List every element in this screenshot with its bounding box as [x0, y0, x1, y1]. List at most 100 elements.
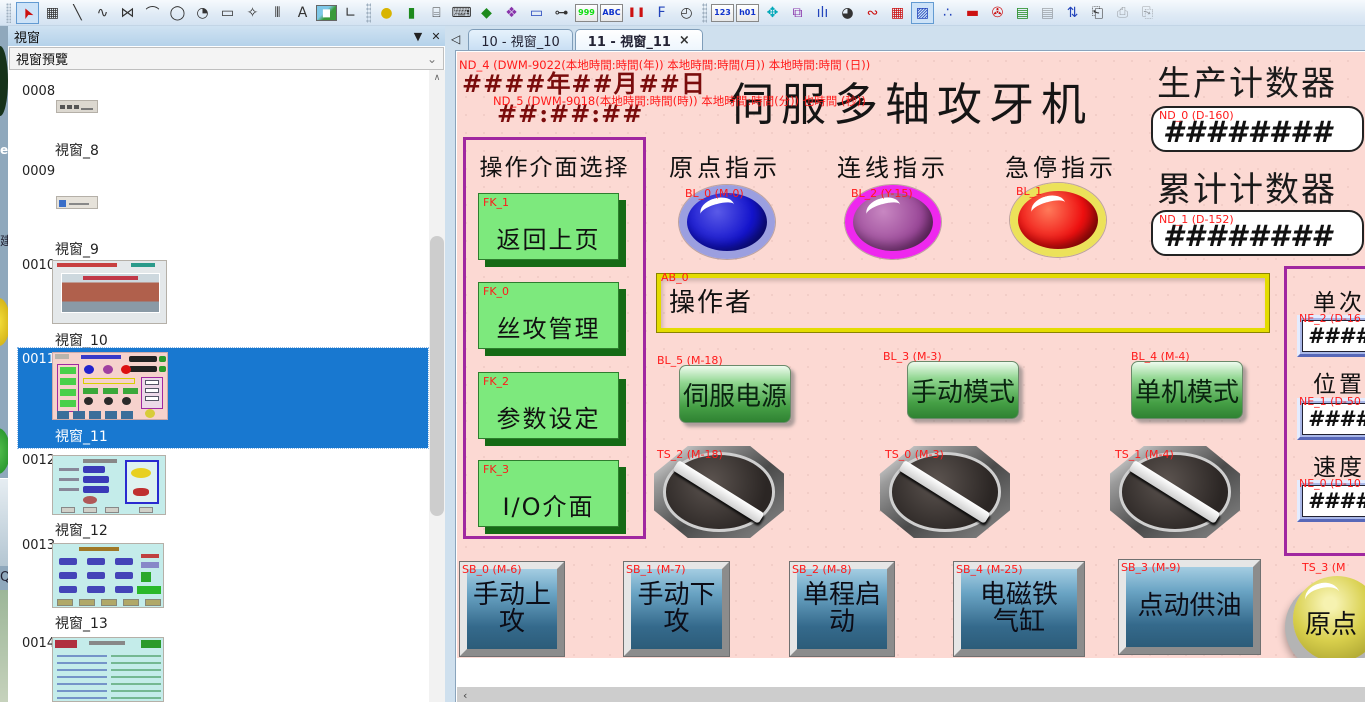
window-thumbnail[interactable] — [52, 543, 164, 608]
print-tool-icon[interactable]: ⎙ — [1111, 2, 1134, 24]
horizontal-scrollbar[interactable]: ‹ — [457, 687, 1365, 702]
trend-chart-tool-icon[interactable]: ∾ — [861, 2, 884, 24]
hmi-design-canvas[interactable]: ND_4 (DWM-9022(本地時間:時間(年)) 本地時間:時間(月)) 本… — [457, 52, 1365, 658]
manual-mode-button[interactable]: 手动模式 — [907, 361, 1019, 419]
jog-oil-button[interactable]: 点动供油 — [1119, 560, 1260, 654]
bargraph-tool-icon[interactable]: ılı — [811, 2, 834, 24]
line-tool-icon[interactable]: ╲ — [66, 2, 89, 24]
window-thumbnail[interactable] — [52, 455, 166, 515]
solenoid-cylinder-button[interactable]: 电磁铁气缸 — [954, 562, 1084, 656]
recipe-tool-icon[interactable]: ⎗ — [1086, 2, 1109, 24]
total-counter-label[interactable]: 累计计数器 — [1157, 162, 1337, 211]
pie-tool-icon[interactable]: ◔ — [191, 2, 214, 24]
numeric-entry-tool-icon[interactable]: 123 — [711, 4, 734, 22]
window-thumbnail[interactable] — [56, 100, 98, 113]
window-item-number[interactable]: 0014 — [22, 636, 55, 651]
numeric-display-tool-icon[interactable]: 999 — [575, 4, 598, 22]
curve-tool-icon[interactable]: ∿ — [91, 2, 114, 24]
single-mode-button[interactable]: 单机模式 — [1131, 361, 1243, 419]
total-counter-display[interactable]: ND_1 (D-152) ######## — [1151, 210, 1364, 256]
polyline-tool-icon[interactable]: ⋈ — [116, 2, 139, 24]
window-item-label[interactable]: 視窗_13 — [55, 613, 108, 633]
manual-up-button[interactable]: 手动上攻 — [460, 562, 564, 656]
schedule-tool-icon[interactable]: ⇅ — [1061, 2, 1084, 24]
window-item-number[interactable]: 0009 — [22, 164, 55, 179]
scatter-chart-tool-icon[interactable]: ∴ — [936, 2, 959, 24]
preview-mode-combobox[interactable]: 視窗預覽 ⌄ — [9, 47, 444, 70]
tab-window-10[interactable]: 10 - 視窗_10 — [468, 29, 573, 50]
window-item-label[interactable]: 視窗_8 — [55, 140, 99, 160]
window-thumbnail[interactable] — [56, 196, 98, 209]
scroll-up-icon[interactable]: ∧ — [429, 70, 445, 86]
image-chart-tool-icon[interactable]: ▨ — [911, 2, 934, 24]
report-tool-icon[interactable]: ▤ — [1011, 2, 1034, 24]
barcode-tool-icon[interactable]: ▌▐ — [625, 2, 648, 24]
ascii-entry-tool-icon[interactable]: h01 — [736, 4, 759, 22]
window-thumbnail[interactable] — [52, 260, 167, 324]
window-item-number[interactable]: 0008 — [22, 84, 55, 99]
flow-block-tool-icon[interactable]: ⧉ — [786, 2, 809, 24]
tab-scroll-left-icon[interactable]: ◁ — [451, 32, 460, 46]
single-cycle-start-button[interactable]: 单程启动 — [790, 562, 894, 656]
data-table-tool-icon[interactable]: ▦ — [886, 2, 909, 24]
circle-tool-icon[interactable]: ◯ — [166, 2, 189, 24]
origin-indicator-label[interactable]: 原点指示 — [669, 148, 781, 183]
key-switch-tool-icon[interactable]: ⊶ — [550, 2, 573, 24]
window-item-number[interactable]: 0012 — [22, 453, 55, 468]
scale-tool-icon[interactable]: ⫴ — [266, 2, 289, 24]
3d-button-tool-icon[interactable]: ◆ — [475, 2, 498, 24]
toolbar-grip[interactable] — [6, 3, 11, 23]
hbar-indicator-tool-icon[interactable]: ▬ — [961, 2, 984, 24]
window-item-label[interactable]: 視窗_12 — [55, 520, 108, 540]
prod-counter-label[interactable]: 生产计数器 — [1157, 56, 1337, 105]
move-tool-icon[interactable]: ✥ — [761, 2, 784, 24]
text-display-tool-icon[interactable]: ▭ — [525, 2, 548, 24]
window-item-label[interactable]: 視窗_9 — [55, 239, 99, 259]
tab-window-11[interactable]: 11 - 視窗_11 × — [575, 29, 703, 50]
prod-counter-display[interactable]: ND_0 (D-160) ######## — [1151, 106, 1364, 152]
manual-down-button[interactable]: 手动下攻 — [624, 562, 729, 656]
clock-tool-icon[interactable]: ◴ — [675, 2, 698, 24]
rect-tool-icon[interactable]: ▭ — [216, 2, 239, 24]
window-item-number[interactable]: 0013 — [22, 538, 55, 553]
window-thumbnail[interactable] — [52, 352, 168, 420]
panel-dropdown-icon[interactable]: ▼ — [409, 30, 427, 43]
star-tool-icon[interactable]: ✧ — [241, 2, 264, 24]
multistate-button-tool-icon[interactable]: ❖ — [500, 2, 523, 24]
arc-tool-icon[interactable]: ⌒ — [141, 2, 164, 24]
ascii-display-tool-icon[interactable]: ABC — [600, 4, 623, 22]
window-thumbnail[interactable] — [52, 637, 164, 702]
set-button-tool-icon[interactable]: ⌨ — [450, 2, 473, 24]
select-cursor-icon[interactable]: ➤ — [16, 2, 39, 24]
window-panel-titlebar[interactable]: 視窗 ▼ ✕ — [8, 26, 445, 46]
gauge-tool-icon[interactable]: ◕ — [836, 2, 859, 24]
link-indicator-label[interactable]: 连线指示 — [837, 148, 949, 183]
window-item-selected[interactable]: 0011 視窗_11 — [18, 348, 428, 448]
tab-close-icon[interactable]: × — [679, 33, 690, 48]
window-item-label[interactable]: 視窗_10 — [55, 330, 108, 350]
function-key-tool-icon[interactable]: F — [650, 2, 673, 24]
sidebar-scrollbar[interactable]: ∧ — [429, 70, 445, 702]
momentary-button-tool-icon[interactable]: ⌸ — [425, 2, 448, 24]
operator-text-box[interactable]: 操作者 — [657, 274, 1269, 332]
frame-tool-icon[interactable]: ∟ — [339, 2, 362, 24]
oiler-tool-icon[interactable]: ✇ — [986, 2, 1009, 24]
copy-tool-icon[interactable]: ⎘ — [1136, 2, 1159, 24]
fk-button-return[interactable]: FK_1 返回上页 — [478, 193, 619, 260]
fk-button-param-set[interactable]: FK_2 参数设定 — [478, 372, 619, 439]
fk-button-tap-manage[interactable]: FK_0 丝攻管理 — [478, 282, 619, 349]
fk-button-io[interactable]: FK_3 I/O介面 — [478, 460, 619, 527]
text-tool-icon[interactable]: A — [291, 2, 314, 24]
traffic-light-tool-icon[interactable]: ▮ — [400, 2, 423, 24]
object-properties-icon[interactable]: ▦ — [41, 2, 64, 24]
servo-power-button[interactable]: 伺服电源 — [679, 365, 791, 423]
picture-tool-icon[interactable]: ▆ — [316, 5, 337, 21]
window-item-number[interactable]: 0010 — [22, 258, 55, 273]
history-table-tool-icon[interactable]: ▤ — [1036, 2, 1059, 24]
origin-round-button[interactable]: 原点 — [1293, 576, 1365, 658]
position-label[interactable]: 位置 — [1313, 365, 1365, 399]
lamp-tool-icon[interactable]: ● — [375, 2, 398, 24]
scrollbar-thumb[interactable] — [430, 236, 444, 516]
scroll-left-icon[interactable]: ‹ — [463, 689, 467, 702]
estop-indicator-label[interactable]: 急停指示 — [1005, 148, 1117, 183]
